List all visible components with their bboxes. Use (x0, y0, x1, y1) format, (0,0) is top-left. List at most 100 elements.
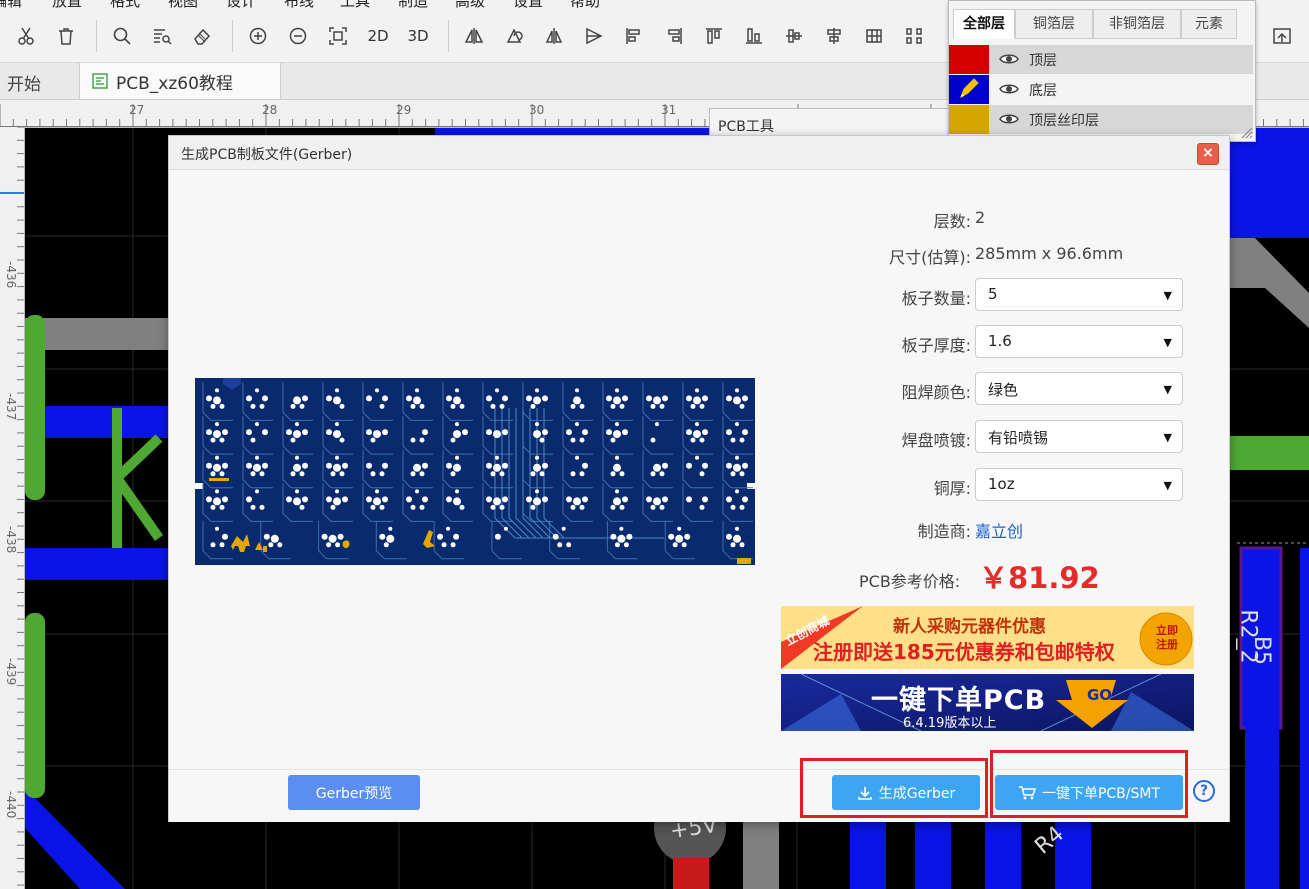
ruler-left-label: -436 (4, 261, 18, 289)
menu-route[interactable]: 布线 (284, 0, 314, 11)
banner-badge: 立即注册 (1156, 624, 1178, 651)
tab-elements[interactable]: 元素 (1181, 9, 1237, 39)
menu-tools[interactable]: 工具 (340, 0, 370, 11)
highlight-box-generate (800, 758, 988, 818)
thickness-select-value: 1.6 (988, 332, 1012, 350)
grid-distribute-icon[interactable] (860, 22, 888, 50)
arrow-right-icon[interactable] (580, 22, 608, 50)
price-label: PCB参考价格: (859, 572, 961, 591)
mirror-icon[interactable] (540, 22, 568, 50)
pencil-icon (960, 78, 979, 99)
tab-all-layers[interactable]: 全部层 (953, 9, 1015, 39)
banner2-go: GO (1087, 686, 1113, 704)
zoom-out-icon[interactable] (284, 22, 312, 50)
highlight-box-order (990, 750, 1188, 818)
size-value: 285mm x 96.6mm (975, 244, 1124, 263)
layer-row-bottom[interactable]: 底层 (949, 75, 1253, 104)
ruler-top-label: 28 (262, 103, 278, 117)
chevron-down-icon: ▼ (1163, 336, 1172, 349)
banner2-sub: 6.4.19版本以上 (903, 716, 997, 731)
cut-icon[interactable] (12, 22, 40, 50)
layer-panel: 全部层 铜箔层 非铜箔层 元素 顶层 底层 顶层丝印层 (948, 0, 1256, 142)
canvas-label-b5: B5 (1249, 635, 1275, 666)
banner-line1: 新人采购元器件优惠 (893, 617, 1046, 637)
layers-value: 2 (975, 208, 986, 227)
surface-finish-select[interactable]: 有铅喷锡 ▼ (975, 420, 1183, 453)
eye-icon[interactable] (999, 111, 1019, 127)
eye-icon[interactable] (999, 81, 1019, 97)
tab-start[interactable]: 开始 (7, 70, 41, 95)
align-vcenter-icon[interactable] (780, 22, 808, 50)
layer-name: 底层 (1029, 83, 1057, 99)
ruler-left-label: -439 (4, 658, 18, 686)
layer-color-swatch[interactable] (949, 45, 989, 74)
align-hcenter-icon[interactable] (820, 22, 848, 50)
layer-color-swatch[interactable] (949, 75, 989, 104)
align-right-icon[interactable] (660, 22, 688, 50)
quantity-select[interactable]: 5 ▼ (975, 278, 1183, 311)
menu-place[interactable]: 放置 (52, 0, 82, 11)
ruler-top-label: 30 (529, 103, 545, 117)
resize-grip-icon[interactable] (1239, 125, 1253, 139)
menu-advanced[interactable]: 高级 (455, 0, 485, 11)
view-2d-button[interactable]: 2D (364, 22, 392, 50)
align-bottom-icon[interactable] (740, 22, 768, 50)
help-icon[interactable]: ? (1193, 780, 1215, 802)
gerber-dialog: 生成PCB制板文件(Gerber) × 层数: 2 尺寸(估算): 285mm … (168, 135, 1230, 822)
chevron-down-icon: ▼ (1163, 431, 1172, 444)
menu-edit[interactable]: 编辑 (0, 0, 22, 11)
rotate-icon[interactable] (500, 22, 528, 50)
menu-view[interactable]: 视图 (168, 0, 198, 11)
pcb-tool-title: PCB工具 (718, 119, 774, 135)
thickness-select[interactable]: 1.6 ▼ (975, 325, 1183, 358)
search-icon[interactable] (108, 22, 136, 50)
pcb-document-icon (92, 73, 108, 89)
find-list-icon[interactable] (148, 22, 176, 50)
ruler-top-label: 27 (129, 103, 145, 117)
layer-color-swatch[interactable] (949, 105, 989, 134)
tab-copper-layers[interactable]: 铜箔层 (1015, 9, 1093, 39)
tab-pcb-document[interactable]: PCB_xz60教程 (79, 63, 281, 99)
layer-row-top-silk[interactable]: 顶层丝印层 (949, 105, 1253, 134)
banner-line2: 注册即送185元优惠券和包邮特权 (813, 640, 1115, 664)
mask-color-select[interactable]: 绿色 ▼ (975, 372, 1183, 405)
dialog-title-bar[interactable]: 生成PCB制板文件(Gerber) × (169, 136, 1229, 170)
price-value: ￥81.92 (979, 561, 1100, 595)
dialog-title: 生成PCB制板文件(Gerber) (181, 147, 353, 163)
flip-icon[interactable] (460, 22, 488, 50)
zoom-in-icon[interactable] (244, 22, 272, 50)
align-top-icon[interactable] (700, 22, 728, 50)
tab-pcb-document-label: PCB_xz60教程 (116, 73, 233, 94)
promo-banner-coupon[interactable]: 立创商城 新人采购元器件优惠 注册即送185元优惠券和包邮特权 立即注册 (781, 606, 1194, 669)
ruler-top-label: 29 (396, 103, 412, 117)
menu-format[interactable]: 格式 (110, 0, 140, 11)
export-icon[interactable] (1268, 22, 1296, 50)
fit-view-icon[interactable] (324, 22, 352, 50)
copper-weight-label: 铜厚: (933, 479, 971, 498)
quantity-label: 板子数量: (901, 289, 971, 308)
delete-icon[interactable] (52, 22, 80, 50)
view-3d-button[interactable]: 3D (404, 22, 432, 50)
menu-settings[interactable]: 设置 (513, 0, 543, 11)
distribute-icon[interactable] (900, 22, 928, 50)
size-label: 尺寸(估算): (889, 248, 971, 267)
promo-banner-one-click-order[interactable]: 一键下单PCB GO 6.4.19版本以上 (781, 674, 1194, 731)
menu-design[interactable]: 设计 (226, 0, 256, 11)
pcb-board-preview (195, 378, 755, 565)
copper-weight-select[interactable]: 1oz ▼ (975, 468, 1183, 501)
eye-icon[interactable] (999, 51, 1019, 67)
chevron-down-icon: ▼ (1163, 479, 1172, 492)
layer-row-top[interactable]: 顶层 (949, 45, 1253, 74)
align-left-icon[interactable] (620, 22, 648, 50)
tab-non-copper-layers[interactable]: 非铜箔层 (1093, 9, 1181, 39)
surface-finish-label: 焊盘喷镀: (901, 431, 971, 450)
gerber-preview-button[interactable]: Gerber预览 (288, 775, 420, 810)
thickness-label: 板子厚度: (901, 336, 971, 355)
menu-help[interactable]: 帮助 (570, 0, 600, 11)
maker-link[interactable]: 嘉立创 (975, 518, 1023, 542)
close-button[interactable]: × (1197, 143, 1219, 165)
chevron-down-icon: ▼ (1163, 383, 1172, 396)
eraser-icon[interactable] (188, 22, 216, 50)
menu-fabrication[interactable]: 制造 (398, 0, 428, 11)
mask-color-select-value: 绿色 (988, 381, 1019, 399)
